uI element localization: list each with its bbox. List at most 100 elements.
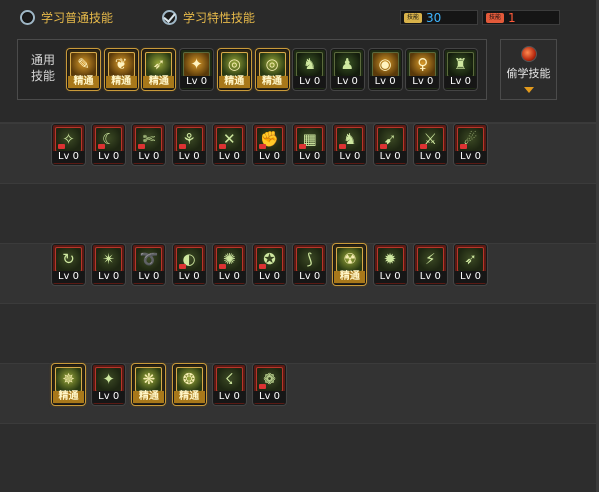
skill-row-spacer-3 — [0, 423, 599, 492]
skill-icon[interactable]: ✹ Lv 0 — [373, 244, 407, 285]
skill-level-label: Lv 0 — [213, 391, 245, 403]
skill-icon[interactable]: ⟆ Lv 0 — [293, 244, 327, 285]
skill-icon[interactable]: ☾ Lv 0 — [92, 124, 126, 165]
skill-level-label: 精通 — [256, 76, 288, 88]
skill-level-label: Lv 0 — [254, 271, 285, 283]
skill-art-icon: ⚡ — [416, 247, 444, 272]
skill-level-label: Lv 0 — [374, 271, 406, 283]
skill-art-icon: ➶ — [457, 247, 484, 272]
skill-icon[interactable]: ✦ Lv 0 — [92, 364, 126, 405]
skill-icon[interactable]: ♜ Lv 0 — [444, 49, 477, 90]
skill-art-icon: ☇ — [215, 367, 243, 392]
skill-icon[interactable]: ✄ Lv 0 — [132, 124, 166, 165]
skill-level-label: 精通 — [133, 391, 165, 403]
skill-icon[interactable]: ❂ 精通 — [172, 364, 206, 405]
skill-icon[interactable]: ⚔ Lv 0 — [413, 124, 447, 165]
skill-level-label: Lv 0 — [254, 151, 285, 163]
skill-level-label: Lv 0 — [445, 76, 476, 88]
skill-art-icon: ☢ — [336, 247, 364, 272]
special-points-value: 1 — [508, 10, 516, 25]
skill-icon[interactable]: ◐ Lv 0 — [172, 244, 206, 285]
skill-level-label: Lv 0 — [181, 76, 213, 88]
skill-level-label: Lv 0 — [93, 151, 125, 163]
skill-icon[interactable]: ✎ 精通 — [67, 49, 100, 90]
skill-level-label: 精通 — [334, 271, 366, 283]
skill-icon[interactable]: ⚡ Lv 0 — [413, 244, 447, 285]
skill-icon[interactable]: ☄ Lv 0 — [454, 124, 487, 165]
skill-icon[interactable]: ♞ Lv 0 — [333, 124, 367, 165]
skill-icon[interactable]: ➰ Lv 0 — [132, 244, 166, 285]
skill-icon[interactable]: ➹ Lv 0 — [373, 124, 407, 165]
skill-icon[interactable]: ☇ Lv 0 — [212, 364, 246, 405]
skill-icon[interactable]: ✪ Lv 0 — [253, 244, 286, 285]
skill-level-label: Lv 0 — [173, 271, 205, 283]
skill-art-icon: ♜ — [447, 52, 474, 77]
skill-art-icon: ⚘ — [175, 127, 203, 152]
skill-art-icon: ✹ — [376, 247, 404, 272]
skill-art-icon: ☄ — [457, 127, 484, 152]
skill-icon[interactable]: ❋ 精通 — [132, 364, 166, 405]
skill-art-icon: ✕ — [215, 127, 243, 152]
skill-icon[interactable]: ✊ Lv 0 — [253, 124, 286, 165]
skill-icon[interactable]: ➶ Lv 0 — [454, 244, 487, 285]
skill-icon[interactable]: ♀ Lv 0 — [406, 49, 440, 90]
radio-learn-normal-label: 学习普通技能 — [41, 10, 114, 25]
skill-level-label: Lv 0 — [53, 151, 84, 163]
skill-icon[interactable]: ◎ 精通 — [217, 49, 251, 90]
radio-learn-normal[interactable]: 学习普通技能 — [20, 8, 113, 26]
skill-art-icon: ✊ — [256, 127, 283, 152]
skill-icon[interactable]: ◉ Lv 0 — [368, 49, 402, 90]
skill-icon[interactable]: ❦ 精通 — [104, 49, 138, 90]
skill-level-label: Lv 0 — [414, 271, 446, 283]
skill-art-icon: ◐ — [175, 247, 203, 272]
skill-icon[interactable]: ➶ 精通 — [142, 49, 176, 90]
skill-row-3 — [0, 363, 599, 423]
skill-icon[interactable]: ✕ Lv 0 — [212, 124, 246, 165]
skill-icon[interactable]: ✧ Lv 0 — [52, 124, 85, 165]
skill-icon[interactable]: ✺ Lv 0 — [212, 244, 246, 285]
steal-skills-label: 偷学技能 — [506, 67, 551, 80]
skill-art-icon: ♀ — [409, 52, 437, 77]
special-points-tag-icon: 技能 — [486, 12, 504, 23]
skill-row-spacer-1 — [0, 183, 599, 243]
common-skills-panel: 通用技能 ✎ 精通 ❦ 精通 ➶ 精通 ✦ Lv 0 ◎ 精通 ◎ 精通 ♞ Lv 0 ♟ Lv 0 ◉ Lv 0… — [17, 39, 487, 100]
skill-level-label: Lv 0 — [173, 151, 205, 163]
skill-icon[interactable]: ↻ Lv 0 — [52, 244, 85, 285]
skill-icon[interactable]: ✵ 精通 — [52, 364, 85, 405]
skill-icon[interactable]: ◎ 精通 — [255, 49, 289, 90]
skill-level-label: 精通 — [68, 76, 99, 88]
skill-level-label: Lv 0 — [133, 271, 165, 283]
steal-skills-button[interactable]: 偷学技能 — [500, 39, 557, 100]
skill-icon[interactable]: ♟ Lv 0 — [330, 49, 364, 90]
skill-icon[interactable]: ♞ Lv 0 — [293, 49, 327, 90]
skill-level-label: Lv 0 — [294, 76, 326, 88]
checkmark-icon — [162, 9, 177, 25]
skill-level-label: 精通 — [105, 76, 137, 88]
skill-icon[interactable]: ▦ Lv 0 — [293, 124, 327, 165]
skill-level-label: Lv 0 — [53, 271, 84, 283]
skill-art-icon: ♞ — [296, 52, 324, 77]
skill-icon[interactable]: ❁ Lv 0 — [253, 364, 286, 405]
skill-icon[interactable]: ✦ Lv 0 — [180, 49, 214, 90]
skill-points-tag-icon: 技能 — [404, 12, 422, 23]
skill-art-icon: ❁ — [256, 367, 283, 392]
skill-art-icon: ✵ — [55, 367, 82, 392]
skill-art-icon: ➰ — [135, 247, 163, 272]
skill-art-icon: ♟ — [333, 52, 361, 77]
radio-learn-special[interactable]: 学习特性技能 — [162, 8, 255, 26]
skill-icon[interactable]: ☢ 精通 — [333, 244, 367, 285]
skill-level-label: Lv 0 — [93, 271, 125, 283]
skill-art-icon: ✄ — [135, 127, 163, 152]
skill-level-label: 精通 — [218, 76, 250, 88]
skill-art-icon: ◎ — [258, 52, 286, 77]
skill-points-value: 30 — [426, 10, 442, 25]
skill-art-icon: ◎ — [220, 52, 248, 77]
skill-icon[interactable]: ✴ Lv 0 — [92, 244, 126, 285]
skill-icon[interactable]: ⚘ Lv 0 — [172, 124, 206, 165]
skill-level-label: Lv 0 — [407, 76, 439, 88]
skill-art-icon: ⚔ — [416, 127, 444, 152]
skill-level-label: Lv 0 — [455, 271, 486, 283]
skill-level-label: Lv 0 — [294, 151, 326, 163]
skill-art-icon: ✎ — [70, 52, 97, 77]
skill-level-label: 精通 — [173, 391, 205, 403]
